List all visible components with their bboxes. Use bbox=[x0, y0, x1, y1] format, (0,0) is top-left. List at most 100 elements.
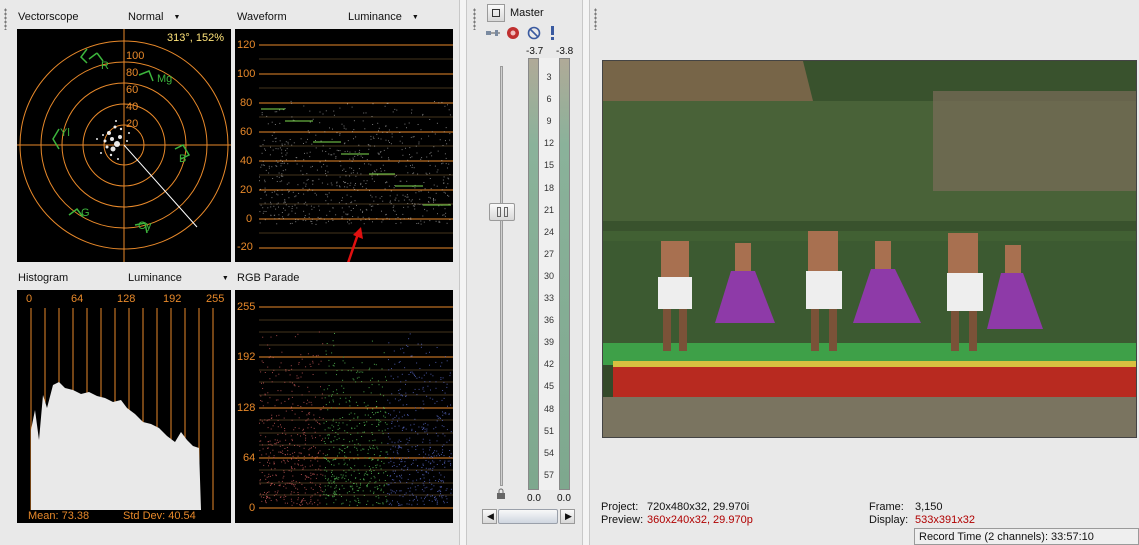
histogram-mean: Mean: 73.38 bbox=[28, 510, 90, 522]
histogram-stddev: Std Dev: 40.54 bbox=[123, 510, 196, 522]
waveform-axis-120: 120 bbox=[237, 39, 256, 51]
video-preview-frame[interactable] bbox=[602, 60, 1137, 438]
histogram-axis-64: 64 bbox=[71, 293, 84, 305]
meter-scale-label: 9 bbox=[546, 116, 552, 127]
meter-scale-label: 36 bbox=[543, 315, 554, 326]
vectorscope-title: Vectorscope bbox=[18, 11, 79, 23]
waveform-axis-80: 80 bbox=[240, 97, 253, 109]
waveform-title: Waveform bbox=[237, 11, 287, 23]
meter-scale-label: 12 bbox=[543, 138, 554, 149]
mixer-grip[interactable] bbox=[473, 8, 476, 30]
meter-scale-label: 21 bbox=[543, 204, 554, 215]
volume-fader[interactable] bbox=[489, 203, 515, 221]
histogram-axis-192: 192 bbox=[163, 293, 182, 305]
preview-grip[interactable] bbox=[594, 8, 597, 30]
vectorscope-mode-dropdown[interactable]: Normal ▼ bbox=[128, 11, 180, 23]
peak-right: -3.8 bbox=[556, 46, 574, 57]
meter-bottom-right: 0.0 bbox=[557, 493, 571, 504]
meter-scale-label: 15 bbox=[543, 160, 554, 171]
display-label: Display: bbox=[869, 514, 909, 526]
waveform-mode-label: Luminance bbox=[348, 11, 402, 23]
fader-track bbox=[500, 66, 503, 486]
waveform-mode-dropdown[interactable]: Luminance ▼ bbox=[348, 11, 419, 23]
histogram-mode-dropdown[interactable]: Luminance ▼ bbox=[128, 272, 229, 284]
meter-right bbox=[559, 58, 570, 490]
target-r: R bbox=[101, 60, 109, 72]
project-value: 720x480x32, 29.970i bbox=[647, 501, 750, 513]
scroll-right-button[interactable]: ▶ bbox=[560, 509, 575, 524]
ring-label-80: 80 bbox=[126, 67, 139, 79]
parade-axis-255: 255 bbox=[237, 301, 256, 313]
target-cy: Cy bbox=[138, 220, 152, 232]
meter-scale-label: 18 bbox=[543, 182, 554, 193]
parade-axis-0: 0 bbox=[249, 502, 256, 514]
meter-scale-label: 42 bbox=[543, 359, 554, 370]
meter-scale-label: 51 bbox=[543, 425, 554, 436]
parade-axis-128: 128 bbox=[237, 402, 256, 414]
meter-scale-label: 54 bbox=[543, 447, 554, 458]
histogram-axis-255: 255 bbox=[206, 293, 225, 305]
histogram-display: 0 64 128 192 255 Mean: 73.38 Std Dev: 40… bbox=[17, 290, 231, 523]
record-time-status: Record Time (2 channels): 33:57:10 bbox=[914, 528, 1139, 545]
ring-label-100: 100 bbox=[126, 50, 145, 62]
histogram-axis-0: 0 bbox=[26, 293, 33, 305]
plug-icon[interactable] bbox=[485, 26, 501, 40]
scopes-splitter[interactable] bbox=[459, 0, 467, 545]
vectorscope-mode-label: Normal bbox=[128, 11, 164, 23]
chevron-down-icon: ▼ bbox=[173, 14, 181, 21]
ring-label-60: 60 bbox=[126, 84, 139, 96]
histogram-axis-128: 128 bbox=[117, 293, 136, 305]
preview-label: Preview: bbox=[601, 514, 644, 526]
ring-label-20: 20 bbox=[126, 118, 139, 130]
meter-scale-label: 3 bbox=[546, 72, 552, 82]
histogram-mode-label: Luminance bbox=[128, 272, 182, 284]
rgb-parade-display: 255 192 128 64 0 bbox=[235, 290, 453, 523]
meter-bottom-left: 0.0 bbox=[527, 493, 541, 504]
master-title: Master bbox=[510, 7, 544, 19]
parade-axis-64: 64 bbox=[243, 452, 256, 464]
horizontal-scrollbar-thumb[interactable] bbox=[498, 509, 558, 524]
red-arrow-icon bbox=[347, 227, 363, 262]
meter-scale-label: 6 bbox=[546, 94, 552, 105]
chevron-down-icon: ▼ bbox=[411, 14, 419, 21]
scroll-left-button[interactable]: ◀ bbox=[482, 509, 497, 524]
chevron-left-icon: ◀ bbox=[487, 511, 494, 521]
peak-left: -3.7 bbox=[526, 46, 544, 57]
video-frame-image bbox=[603, 61, 1136, 437]
meter-scale-label: 45 bbox=[543, 381, 554, 392]
project-label: Project: bbox=[601, 501, 639, 513]
waveform-axis-100: 100 bbox=[237, 68, 256, 80]
meter-scale-label: 39 bbox=[543, 337, 554, 348]
record-time-text: Record Time (2 channels): 33:57:10 bbox=[919, 531, 1094, 543]
fx-gear-icon[interactable] bbox=[505, 25, 521, 41]
waveform-axis-neg20: -20 bbox=[237, 241, 253, 253]
target-g: G bbox=[81, 207, 90, 219]
solo-icon[interactable] bbox=[547, 25, 559, 41]
meter-scale-label: 30 bbox=[543, 270, 554, 281]
lock-icon[interactable] bbox=[496, 488, 506, 500]
ring-label-40: 40 bbox=[126, 101, 139, 113]
parade-title: RGB Parade bbox=[237, 272, 300, 284]
meter-scale-label: 24 bbox=[543, 226, 554, 237]
histogram-title: Histogram bbox=[18, 272, 69, 284]
target-b: B bbox=[179, 153, 187, 165]
mute-icon[interactable] bbox=[526, 25, 542, 41]
parade-axis-192: 192 bbox=[237, 351, 256, 363]
vectorscope-readout: 313°, 152% bbox=[167, 32, 224, 44]
target-yl: Yl bbox=[60, 127, 70, 139]
waveform-display: 120 100 80 60 40 20 0 -20 bbox=[235, 29, 453, 262]
mixer-splitter[interactable] bbox=[582, 0, 590, 545]
waveform-axis-40: 40 bbox=[240, 155, 253, 167]
meter-scale-label: 48 bbox=[543, 403, 554, 414]
master-window-button[interactable] bbox=[487, 4, 505, 22]
scopes-grip[interactable] bbox=[4, 8, 7, 30]
waveform-axis-0: 0 bbox=[246, 213, 253, 225]
display-value: 533x391x32 bbox=[915, 514, 975, 526]
frame-value: 3,150 bbox=[915, 501, 943, 513]
meter-left bbox=[528, 58, 539, 490]
frame-label: Frame: bbox=[869, 501, 904, 513]
meter-scale-label: 57 bbox=[543, 469, 554, 480]
vectorscope-display: 313°, 152% 100 80 60 40 20 R Mg B Cy G Y… bbox=[17, 29, 231, 262]
chevron-right-icon: ▶ bbox=[565, 511, 572, 521]
waveform-axis-20: 20 bbox=[240, 184, 253, 196]
